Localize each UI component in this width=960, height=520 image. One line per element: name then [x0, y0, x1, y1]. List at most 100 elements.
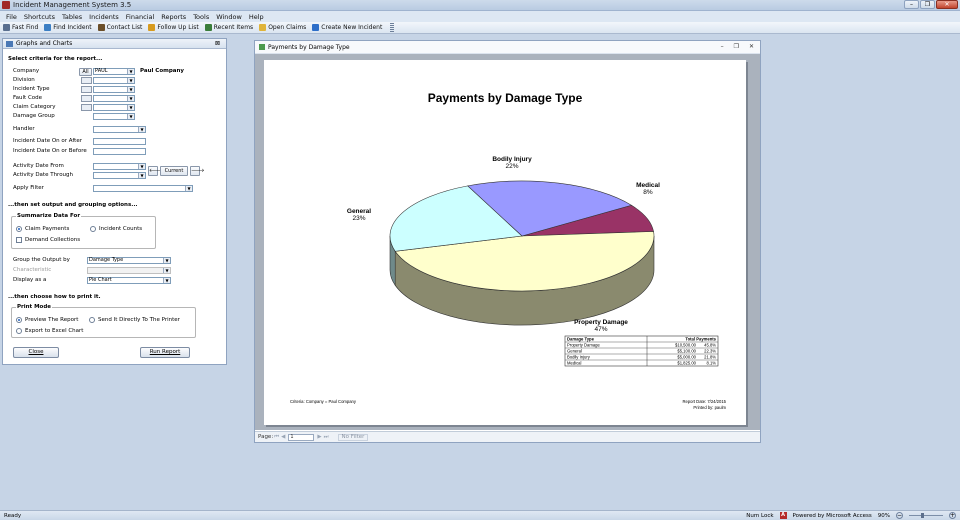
chart-title: Payments by Damage Type: [428, 91, 583, 105]
apply-filter-combo[interactable]: ▼: [93, 185, 193, 192]
zoom-level: 90%: [877, 512, 890, 519]
last-page-icon[interactable]: ⏭: [324, 434, 329, 441]
chevron-down-icon[interactable]: ▼: [127, 87, 134, 92]
menu-help[interactable]: Help: [249, 13, 264, 21]
chevron-down-icon[interactable]: ▼: [127, 78, 134, 83]
damage-group-combo[interactable]: ▼: [93, 113, 135, 120]
export-excel-radio[interactable]: Export to Excel Chart: [16, 328, 83, 334]
slice-label-general: General: [347, 208, 371, 215]
incident-type-combo[interactable]: ▼: [93, 86, 135, 93]
group-by-combo[interactable]: Damage Type ▼: [87, 257, 171, 264]
report-preview-window: Payments by Damage Type – ❐ ✕ Payments b…: [254, 40, 761, 443]
division-select-button[interactable]: [81, 77, 92, 84]
restore-icon[interactable]: ❐: [734, 43, 739, 50]
toolbar-fast-find[interactable]: Fast Find: [3, 24, 38, 31]
clock-icon: [204, 24, 212, 31]
chevron-down-icon[interactable]: ▼: [127, 105, 134, 110]
table-cell-amount: $5,000.00: [677, 355, 696, 360]
first-page-icon[interactable]: ⏮: [274, 434, 279, 441]
radio-selected-icon: [16, 226, 22, 232]
current-button[interactable]: Current: [160, 166, 188, 176]
preview-report-radio[interactable]: Preview The Report: [16, 317, 78, 323]
print-mode-title: Print Mode: [16, 304, 53, 310]
menu-incidents[interactable]: Incidents: [89, 13, 119, 21]
zoom-out-icon[interactable]: −: [896, 512, 903, 519]
menu-window[interactable]: Window: [216, 13, 242, 21]
arrow-right-icon[interactable]: 🡒: [190, 166, 204, 176]
slice-percent-general: 23%: [352, 215, 365, 222]
close-icon[interactable]: ✕: [936, 0, 958, 9]
activity-through-combo[interactable]: ▼: [93, 172, 146, 179]
demand-collections-checkbox[interactable]: Demand Collections: [16, 237, 80, 243]
summarize-title: Summarize Data For: [16, 213, 82, 219]
pencil-icon: [148, 24, 156, 31]
chevron-down-icon[interactable]: ▼: [127, 96, 134, 101]
form-close-icon[interactable]: ⊠: [215, 40, 220, 47]
toolbar-follow-up-list[interactable]: Follow Up List: [148, 24, 199, 31]
zoom-slider[interactable]: [909, 513, 943, 518]
menu-financial[interactable]: Financial: [126, 13, 154, 21]
restore-icon[interactable]: ❐: [920, 0, 935, 9]
num-lock-indicator: Num Lock: [746, 512, 774, 519]
menu-shortcuts[interactable]: Shortcuts: [24, 13, 55, 21]
demand-collections-label: Demand Collections: [25, 237, 81, 243]
toolbar-find-incident[interactable]: Find Incident: [44, 24, 92, 31]
toolbar-grip-icon[interactable]: [390, 23, 395, 32]
claim-payments-radio[interactable]: Claim Payments: [16, 226, 69, 232]
menu-tools[interactable]: Tools: [193, 13, 209, 21]
toolbar-open-claims[interactable]: Open Claims: [259, 24, 306, 31]
fault-code-combo[interactable]: ▼: [93, 95, 135, 102]
chevron-down-icon[interactable]: ▼: [138, 164, 145, 169]
chevron-down-icon[interactable]: ▼: [163, 278, 170, 283]
date-before-input[interactable]: [93, 148, 146, 155]
minimize-icon[interactable]: –: [904, 0, 919, 9]
company-combo[interactable]: PAUL ▼: [93, 68, 135, 75]
menu-tables[interactable]: Tables: [62, 13, 82, 21]
checkbox-icon: [16, 237, 22, 243]
page-number-input[interactable]: 1: [288, 433, 315, 441]
report-date: Report Date: 7/24/2015: [682, 399, 726, 404]
division-label: Division: [13, 77, 35, 83]
send-printer-radio[interactable]: Send It Directly To The Printer: [89, 317, 180, 323]
fault-code-label: Fault Code: [13, 95, 43, 101]
chevron-down-icon[interactable]: ▼: [127, 69, 134, 74]
chevron-down-icon[interactable]: ▼: [138, 173, 145, 178]
no-filter-button[interactable]: No Filter: [337, 433, 369, 441]
minimize-icon[interactable]: –: [721, 43, 724, 50]
date-after-input[interactable]: [93, 138, 146, 145]
chevron-down-icon[interactable]: ▼: [127, 114, 134, 119]
display-as-label: Display as a: [13, 277, 47, 283]
menu-reports[interactable]: Reports: [161, 13, 186, 21]
form-icon: [6, 40, 13, 47]
toolbar-contact-list[interactable]: Contact List: [97, 24, 142, 31]
chevron-down-icon[interactable]: ▼: [185, 186, 192, 191]
table-cell-amount: $1,825.00: [677, 361, 696, 366]
handler-combo[interactable]: ▼: [93, 126, 146, 133]
menu-file[interactable]: File: [6, 13, 17, 21]
company-all-button[interactable]: All: [79, 68, 92, 76]
toolbar-create-new-incident[interactable]: Create New Incident: [312, 24, 382, 31]
table-header-payments: Total Payments: [685, 337, 716, 342]
incident-counts-radio[interactable]: Incident Counts: [90, 226, 142, 232]
chevron-down-icon[interactable]: ▼: [138, 127, 145, 132]
chevron-down-icon: ▼: [163, 268, 170, 273]
display-as-combo[interactable]: Pie Chart ▼: [87, 277, 171, 284]
arrow-left-icon[interactable]: 🡐: [148, 166, 162, 176]
toolbar-label: Follow Up List: [157, 24, 199, 31]
binoculars-icon: [3, 24, 10, 31]
chevron-down-icon[interactable]: ▼: [163, 258, 170, 263]
close-button[interactable]: Close: [13, 347, 59, 358]
prev-page-icon[interactable]: ◀: [281, 434, 285, 440]
fault-code-select-button[interactable]: [81, 95, 92, 102]
activity-from-combo[interactable]: ▼: [93, 163, 146, 170]
next-page-icon[interactable]: ▶: [317, 434, 321, 440]
incident-type-select-button[interactable]: [81, 86, 92, 93]
zoom-in-icon[interactable]: +: [949, 512, 956, 519]
run-report-button[interactable]: Run Report: [140, 347, 190, 358]
claim-category-select-button[interactable]: [81, 104, 92, 111]
claim-category-combo[interactable]: ▼: [93, 104, 135, 111]
division-combo[interactable]: ▼: [93, 77, 135, 84]
toolbar-recent-items[interactable]: Recent Items: [204, 24, 253, 31]
close-icon[interactable]: ✕: [749, 43, 754, 50]
preview-report-label: Preview The Report: [25, 317, 79, 323]
